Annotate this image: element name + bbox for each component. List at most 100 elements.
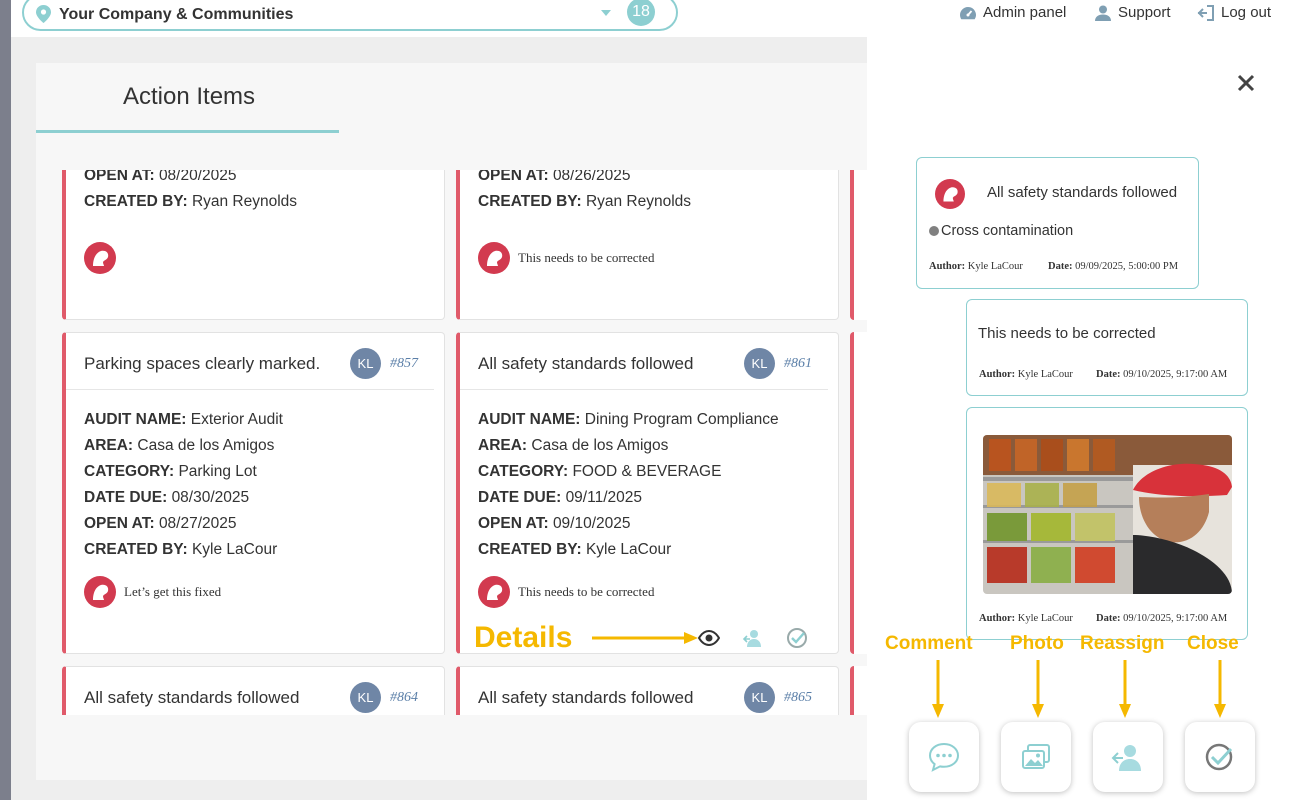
action-card[interactable]: Parking spaces clearly marked. KL #857 A… bbox=[62, 332, 445, 654]
kitchen-photo[interactable] bbox=[983, 435, 1232, 594]
card-header: Parking spaces clearly marked. KL #857 bbox=[66, 333, 434, 390]
action-card[interactable]: All safety standards followed KL #861 AU… bbox=[456, 332, 839, 654]
card-number[interactable]: #857 bbox=[390, 356, 418, 372]
brand-logo-icon bbox=[84, 576, 116, 608]
admin-panel-link[interactable]: Admin panel bbox=[959, 4, 1066, 21]
card-title: All safety standards followed bbox=[478, 354, 694, 373]
area-field: AREA: Casa de los Amigos bbox=[478, 437, 669, 454]
support-label: Support bbox=[1118, 4, 1171, 21]
title-underline bbox=[36, 130, 339, 133]
avatar: KL bbox=[744, 348, 775, 379]
card-title: All safety standards followed bbox=[478, 688, 694, 707]
category-field: CATEGORY: Parking Lot bbox=[84, 463, 257, 480]
page-title: Action Items bbox=[123, 83, 256, 110]
created-by-field: CREATED BY: Kyle LaCour bbox=[478, 541, 672, 558]
community-count-badge: 18 bbox=[627, 0, 655, 26]
photo-annotation: Photo bbox=[1010, 633, 1064, 654]
logout-link[interactable]: Log out bbox=[1197, 4, 1271, 21]
comment-annotation: Comment bbox=[885, 633, 973, 654]
bubble-title: All safety standards followed bbox=[987, 184, 1178, 201]
brand-logo-icon bbox=[478, 576, 510, 608]
photo-bubble: Author: Kyle LaCour Date: 09/10/2025, 9:… bbox=[966, 407, 1248, 640]
details-annotation: Details bbox=[474, 621, 573, 654]
brand-logo-icon bbox=[84, 242, 116, 274]
action-card-partial[interactable] bbox=[850, 666, 867, 715]
brand-logo-icon bbox=[478, 242, 510, 274]
category-field: CATEGORY: FOOD & BEVERAGE bbox=[478, 463, 722, 480]
action-card-partial[interactable] bbox=[850, 170, 867, 320]
created-by-field: CREATED BY: Ryan Reynolds bbox=[478, 193, 692, 210]
action-card[interactable]: All safety standards followed KL #865 bbox=[456, 666, 839, 715]
close-annotation: Close bbox=[1187, 633, 1239, 654]
comment-bubble: All safety standards followed Cross cont… bbox=[916, 157, 1199, 289]
main-area: Action Items OPEN AT: 08/20/2025 CREATED… bbox=[11, 37, 867, 800]
card-title: All safety standards followed bbox=[84, 688, 300, 707]
card-header: All safety standards followed KL #864 bbox=[66, 667, 434, 715]
open-at-field: OPEN AT: 08/20/2025 bbox=[84, 170, 237, 184]
close-icon[interactable] bbox=[1236, 73, 1256, 93]
check-circle-icon bbox=[1205, 743, 1233, 771]
arrow-right-icon bbox=[592, 632, 698, 644]
date-due-field: DATE DUE: 08/30/2025 bbox=[84, 489, 250, 506]
comment-bubble: This needs to be corrected Author: Kyle … bbox=[966, 299, 1248, 396]
bubble-author: Author: Kyle LaCour bbox=[979, 369, 1073, 380]
close-action-button[interactable] bbox=[1185, 722, 1255, 792]
reassign-annotation: Reassign bbox=[1080, 633, 1165, 654]
support-link[interactable]: Support bbox=[1094, 4, 1171, 21]
chevron-down-icon[interactable] bbox=[601, 10, 611, 16]
created-by-field: CREATED BY: Kyle LaCour bbox=[84, 541, 278, 558]
arrow-down-icon bbox=[1214, 660, 1226, 718]
tag-dot bbox=[929, 226, 939, 236]
brand-logo-icon bbox=[935, 179, 965, 209]
action-items-panel: Action Items OPEN AT: 08/20/2025 CREATED… bbox=[36, 63, 867, 780]
company-selector[interactable]: Your Company & Communities 18 bbox=[22, 0, 678, 31]
open-at-field: OPEN AT: 09/10/2025 bbox=[478, 515, 631, 532]
admin-panel-label: Admin panel bbox=[983, 4, 1067, 21]
comment-row: This needs to be corrected bbox=[478, 242, 654, 274]
close-item-icon[interactable] bbox=[786, 627, 808, 649]
photo-button[interactable] bbox=[1001, 722, 1071, 792]
panel-header: Action Items bbox=[36, 63, 867, 133]
area-field: AREA: Casa de los Amigos bbox=[84, 437, 275, 454]
created-by-field: CREATED BY: Ryan Reynolds bbox=[84, 193, 298, 210]
reassign-button[interactable] bbox=[1093, 722, 1163, 792]
action-card[interactable]: OPEN AT: 08/26/2025 CREATED BY: Ryan Rey… bbox=[456, 170, 839, 320]
reassign-icon[interactable] bbox=[742, 627, 764, 649]
comment-row bbox=[84, 242, 116, 274]
card-title: Parking spaces clearly marked. bbox=[84, 354, 321, 373]
logout-icon bbox=[1197, 4, 1214, 21]
card-actions bbox=[698, 627, 808, 649]
bubble-text: This needs to be corrected bbox=[978, 325, 1156, 342]
eye-icon[interactable] bbox=[698, 627, 720, 649]
comment-row: This needs to be corrected bbox=[478, 576, 654, 608]
audit-name-field: AUDIT NAME: Exterior Audit bbox=[84, 411, 283, 428]
card-number[interactable]: #865 bbox=[784, 690, 812, 706]
open-at-field: OPEN AT: 08/27/2025 bbox=[84, 515, 237, 532]
arrow-down-icon bbox=[1119, 660, 1131, 718]
top-bar: Your Company & Communities 18 Admin pane… bbox=[11, 0, 1300, 37]
action-card-partial[interactable] bbox=[850, 332, 867, 654]
avatar: KL bbox=[350, 348, 381, 379]
card-header: All safety standards followed KL #861 bbox=[460, 333, 828, 390]
action-card[interactable]: All safety standards followed KL #864 bbox=[62, 666, 445, 715]
card-header: All safety standards followed KL #865 bbox=[460, 667, 828, 715]
cards-grid: OPEN AT: 08/20/2025 CREATED BY: Ryan Rey… bbox=[36, 170, 867, 715]
card-number[interactable]: #864 bbox=[390, 690, 418, 706]
comment-row: Let’s get this fixed bbox=[84, 576, 221, 608]
avatar: KL bbox=[744, 682, 775, 713]
comment-text: This needs to be corrected bbox=[518, 584, 655, 599]
action-card[interactable]: OPEN AT: 08/20/2025 CREATED BY: Ryan Rey… bbox=[62, 170, 445, 320]
reassign-icon bbox=[1111, 745, 1141, 771]
bubble-author: Author: Kyle LaCour bbox=[929, 261, 1023, 272]
bubble-date: Date: 09/10/2025, 9:17:00 AM bbox=[1096, 613, 1228, 624]
open-at-field: OPEN AT: 08/26/2025 bbox=[478, 170, 631, 184]
tag-label: Cross contamination bbox=[941, 223, 1074, 239]
date-due-field: DATE DUE: 09/11/2025 bbox=[478, 489, 642, 506]
audit-name-field: AUDIT NAME: Dining Program Compliance bbox=[478, 411, 779, 428]
comment-text: This needs to be corrected bbox=[518, 250, 655, 265]
card-number[interactable]: #861 bbox=[784, 356, 812, 372]
bubble-date: Date: 09/10/2025, 9:17:00 AM bbox=[1096, 369, 1228, 380]
bubble-author: Author: Kyle LaCour bbox=[979, 613, 1073, 624]
comment-button[interactable] bbox=[909, 722, 979, 792]
left-nav-strip bbox=[0, 0, 11, 800]
